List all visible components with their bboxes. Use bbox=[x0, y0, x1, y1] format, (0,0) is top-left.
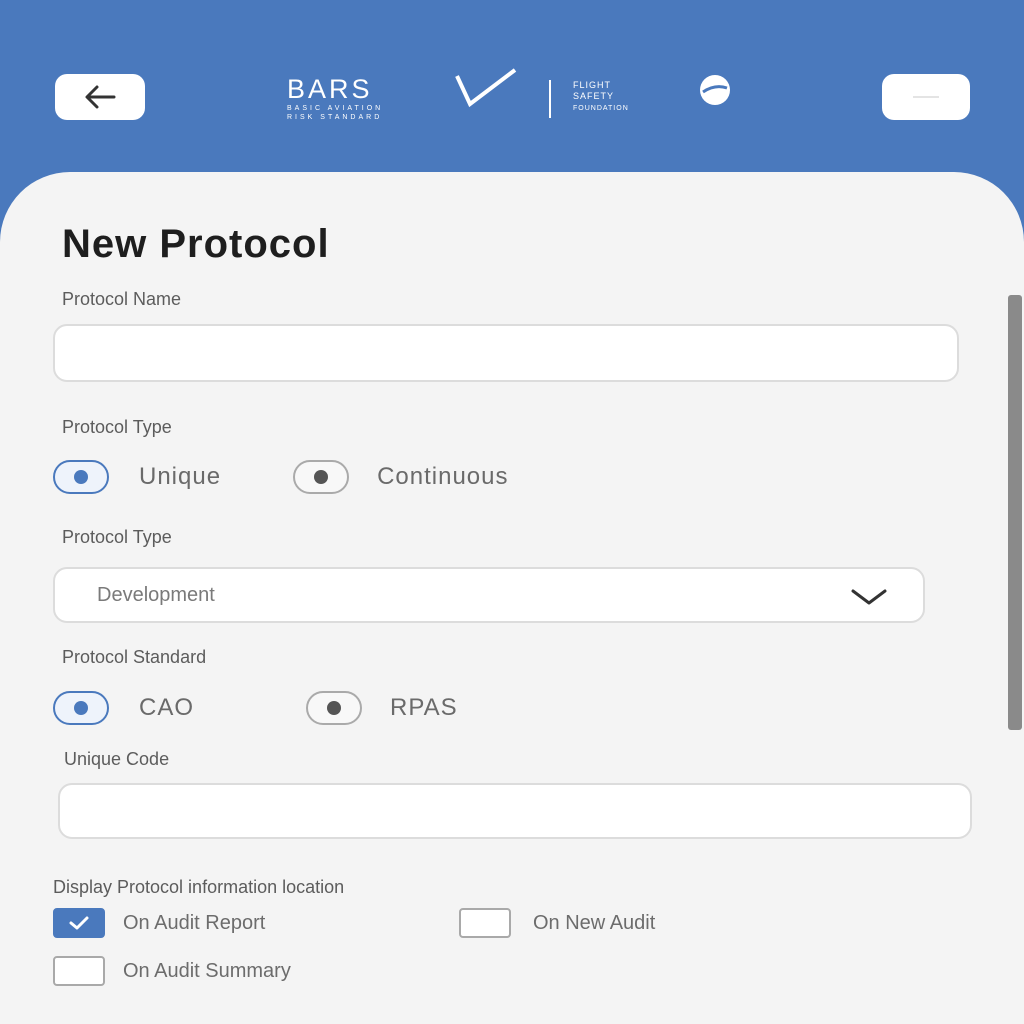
page-title: New Protocol bbox=[62, 222, 330, 266]
menu-icon bbox=[913, 96, 939, 98]
protocol-type-label: Protocol Type bbox=[62, 417, 172, 437]
checkbox-on-new-audit-label: On New Audit bbox=[533, 911, 656, 934]
scrollbar-thumb[interactable] bbox=[1008, 295, 1022, 730]
radio-cao-indicator bbox=[53, 691, 109, 725]
unique-code-input[interactable] bbox=[58, 783, 972, 839]
radio-unique-indicator bbox=[53, 460, 109, 494]
protocol-type-radio-group: Unique Continuous bbox=[53, 460, 508, 494]
protocol-standard-radio-group: CAO RPAS bbox=[53, 691, 458, 725]
radio-cao[interactable]: CAO bbox=[53, 691, 194, 725]
checkbox-on-audit-report-label: On Audit Report bbox=[123, 911, 266, 934]
checkbox-on-audit-summary-label: On Audit Summary bbox=[123, 959, 291, 982]
display-location-label: Display Protocol information location bbox=[53, 877, 345, 897]
protocol-name-label: Protocol Name bbox=[62, 289, 182, 309]
radio-rpas[interactable]: RPAS bbox=[306, 691, 458, 725]
checkmark-icon bbox=[69, 916, 89, 930]
logo-partner-2: SAFETY bbox=[573, 91, 614, 101]
protocol-type-select-label: Protocol Type bbox=[62, 527, 172, 547]
radio-rpas-label: RPAS bbox=[390, 694, 458, 721]
protocol-type-select-value: Development bbox=[97, 583, 215, 606]
radio-continuous-indicator bbox=[293, 460, 350, 494]
checkbox-on-new-audit[interactable]: On New Audit bbox=[459, 908, 655, 938]
logo-partner-3: FOUNDATION bbox=[573, 105, 629, 112]
checkbox-on-audit-report[interactable]: On Audit Report bbox=[53, 908, 265, 938]
checkbox-on-audit-report-box bbox=[53, 908, 105, 938]
logo-brand-text: BARS bbox=[287, 74, 373, 104]
checkbox-on-new-audit-box bbox=[459, 908, 511, 938]
menu-button[interactable] bbox=[882, 74, 970, 120]
radio-cao-label: CAO bbox=[139, 694, 195, 721]
radio-unique[interactable]: Unique bbox=[53, 460, 221, 494]
chevron-down-icon bbox=[851, 589, 887, 605]
arrow-left-icon bbox=[85, 85, 116, 109]
bars-fsf-logo: BARS BASIC AVIATION RISK STANDARD FLIGHT… bbox=[287, 68, 730, 121]
back-button[interactable] bbox=[55, 74, 145, 120]
protocol-standard-label: Protocol Standard bbox=[62, 647, 207, 667]
logo-partner-1: FLIGHT bbox=[573, 80, 611, 90]
radio-unique-label: Unique bbox=[139, 463, 222, 490]
unique-code-label: Unique Code bbox=[64, 749, 170, 769]
logo-brand-sub-1: BASIC AVIATION bbox=[287, 105, 383, 112]
logo-brand-sub-2: RISK STANDARD bbox=[287, 114, 382, 121]
protocol-name-input[interactable] bbox=[53, 324, 959, 382]
checkbox-on-audit-summary[interactable]: On Audit Summary bbox=[53, 956, 291, 986]
radio-continuous-label: Continuous bbox=[377, 463, 509, 490]
protocol-type-select[interactable]: Development bbox=[53, 567, 925, 623]
radio-continuous[interactable]: Continuous bbox=[293, 460, 508, 494]
radio-rpas-indicator bbox=[306, 691, 363, 725]
checkbox-on-audit-summary-box bbox=[53, 956, 105, 986]
